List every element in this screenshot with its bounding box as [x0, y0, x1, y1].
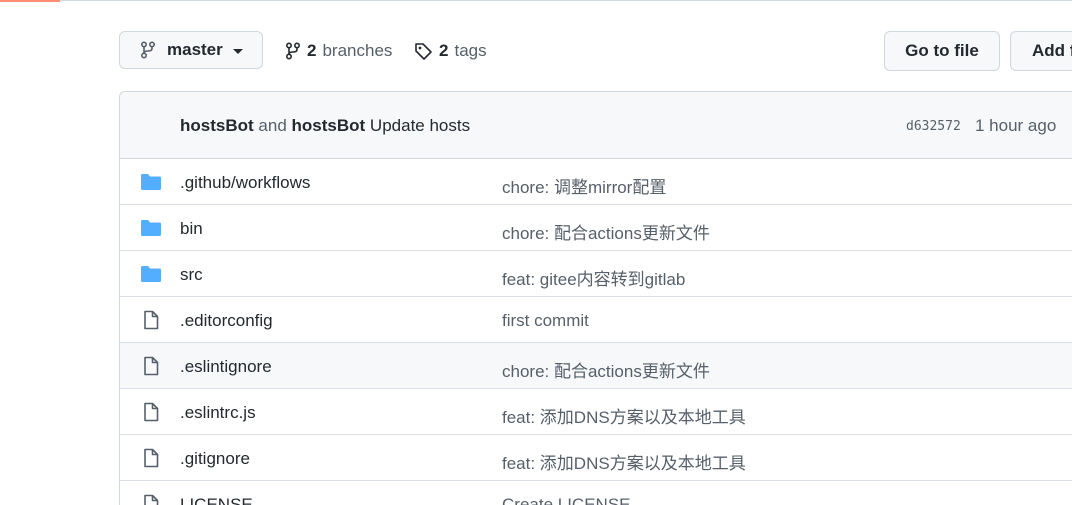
file-commit-message-link[interactable]: chore: 配合actions更新文件	[502, 357, 710, 382]
commit-message-link[interactable]: Update hosts	[370, 116, 470, 135]
file-row[interactable]: .editorconfig first commit	[120, 297, 1072, 343]
file-name-link[interactable]: LICENSE	[180, 495, 253, 505]
file-row[interactable]: bin chore: 配合actions更新文件	[120, 205, 1072, 251]
add-file-button[interactable]: Add f	[1010, 31, 1072, 71]
file-commit-message-link[interactable]: feat: gitee内容转到gitlab	[502, 265, 685, 290]
file-name-link[interactable]: .gitignore	[180, 449, 250, 469]
folder-icon	[140, 218, 162, 238]
file-commit-message-link[interactable]: feat: 添加DNS方案以及本地工具	[502, 449, 746, 474]
latest-commit-message: hostsBot and hostsBot Update hosts	[180, 116, 470, 136]
file-row[interactable]: .github/workflows chore: 调整mirror配置	[120, 159, 1072, 205]
file-name-link[interactable]: .editorconfig	[180, 311, 273, 331]
latest-commit-bar: hostsBot and hostsBot Update hosts d6325…	[120, 92, 1072, 159]
file-commit-message-link[interactable]: chore: 调整mirror配置	[502, 173, 666, 198]
file-name-link[interactable]: .github/workflows	[180, 173, 310, 193]
commit-coauthor-link[interactable]: hostsBot	[292, 116, 366, 135]
file-rows: .github/workflows chore: 调整mirror配置 bin cho…	[120, 159, 1072, 505]
file-commit-message-link[interactable]: feat: 添加DNS方案以及本地工具	[502, 403, 746, 428]
file-list-box: hostsBot and hostsBot Update hosts d6325…	[119, 91, 1072, 505]
go-to-file-button[interactable]: Go to file	[884, 31, 1000, 71]
git-branch-icon	[140, 41, 156, 59]
file-name-link[interactable]: src	[180, 265, 203, 285]
file-commit-message-link[interactable]: Create LICENSE	[502, 495, 631, 505]
file-icon	[140, 402, 162, 422]
tag-icon	[415, 42, 432, 60]
folder-icon	[140, 264, 162, 284]
git-branch-icon	[285, 42, 301, 60]
branch-name: master	[167, 40, 223, 59]
file-row[interactable]: .eslintrc.js feat: 添加DNS方案以及本地工具	[120, 389, 1072, 435]
file-commit-message-link[interactable]: chore: 配合actions更新文件	[502, 219, 710, 244]
commit-sha-link[interactable]: d632572	[906, 119, 961, 134]
commit-author-link[interactable]: hostsBot	[180, 116, 254, 135]
chevron-down-icon	[232, 48, 243, 54]
file-icon	[140, 310, 162, 330]
tags-label: tags	[454, 41, 487, 60]
file-name-link[interactable]: bin	[180, 219, 203, 239]
file-name-link[interactable]: .eslintrc.js	[180, 403, 256, 423]
folder-icon	[140, 172, 162, 192]
file-row[interactable]: src feat: gitee内容转到gitlab	[120, 251, 1072, 297]
repo-toolbar: master 2 branches 2 tags Go to file Add …	[0, 0, 1072, 92]
file-row[interactable]: .gitignore feat: 添加DNS方案以及本地工具	[120, 435, 1072, 481]
file-icon	[140, 356, 162, 376]
branch-select-button[interactable]: master	[119, 31, 263, 69]
commit-and-text: and	[258, 116, 287, 135]
branches-link[interactable]: 2 branches	[285, 40, 392, 62]
branches-count: 2	[307, 41, 317, 60]
commit-time: 1 hour ago	[975, 116, 1057, 135]
branches-label: branches	[322, 41, 393, 60]
file-commit-message-link[interactable]: first commit	[502, 311, 589, 331]
tags-link[interactable]: 2 tags	[414, 40, 487, 62]
file-icon	[140, 448, 162, 468]
file-name-link[interactable]: .eslintignore	[180, 357, 272, 377]
tags-count: 2	[439, 41, 449, 60]
file-row[interactable]: LICENSE Create LICENSE	[120, 481, 1072, 505]
file-icon	[140, 494, 162, 505]
file-row[interactable]: .eslintignore chore: 配合actions更新文件	[120, 343, 1072, 389]
